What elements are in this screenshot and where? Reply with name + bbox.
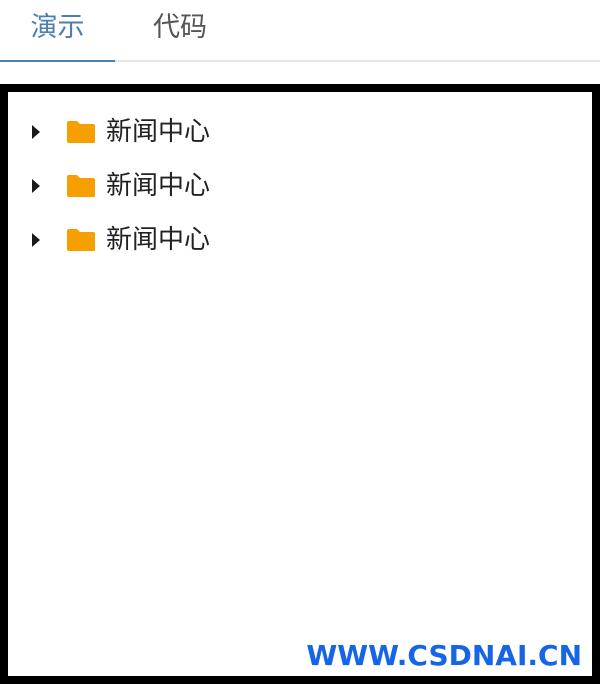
- tree-node[interactable]: 新闻中心: [8, 160, 592, 214]
- active-tab-indicator: [0, 60, 115, 62]
- page: 演示 代码 新闻中心 新闻中心 新闻中心 WWW.CSDNAI.CN: [0, 0, 600, 684]
- tab-bar: 演示 代码: [0, 0, 600, 62]
- tree-node-label: 新闻中心: [106, 225, 211, 255]
- tree-node[interactable]: 新闻中心: [8, 214, 592, 268]
- tab-code[interactable]: 代码: [125, 0, 235, 60]
- watermark-logo: WWW.CSDNAI.CN: [306, 639, 582, 672]
- folder-tree: 新闻中心 新闻中心 新闻中心: [8, 106, 592, 268]
- caret-right-icon[interactable]: [32, 233, 40, 247]
- tree-node[interactable]: 新闻中心: [8, 106, 592, 160]
- tab-demo[interactable]: 演示: [0, 0, 115, 60]
- folder-icon: [67, 175, 95, 197]
- folder-icon: [67, 121, 95, 143]
- demo-frame: 新闻中心 新闻中心 新闻中心 WWW.CSDNAI.CN: [0, 84, 600, 684]
- caret-right-icon[interactable]: [32, 125, 40, 139]
- caret-right-icon[interactable]: [32, 179, 40, 193]
- tree-node-label: 新闻中心: [106, 171, 211, 201]
- tree-node-label: 新闻中心: [106, 117, 211, 147]
- folder-icon: [67, 229, 95, 251]
